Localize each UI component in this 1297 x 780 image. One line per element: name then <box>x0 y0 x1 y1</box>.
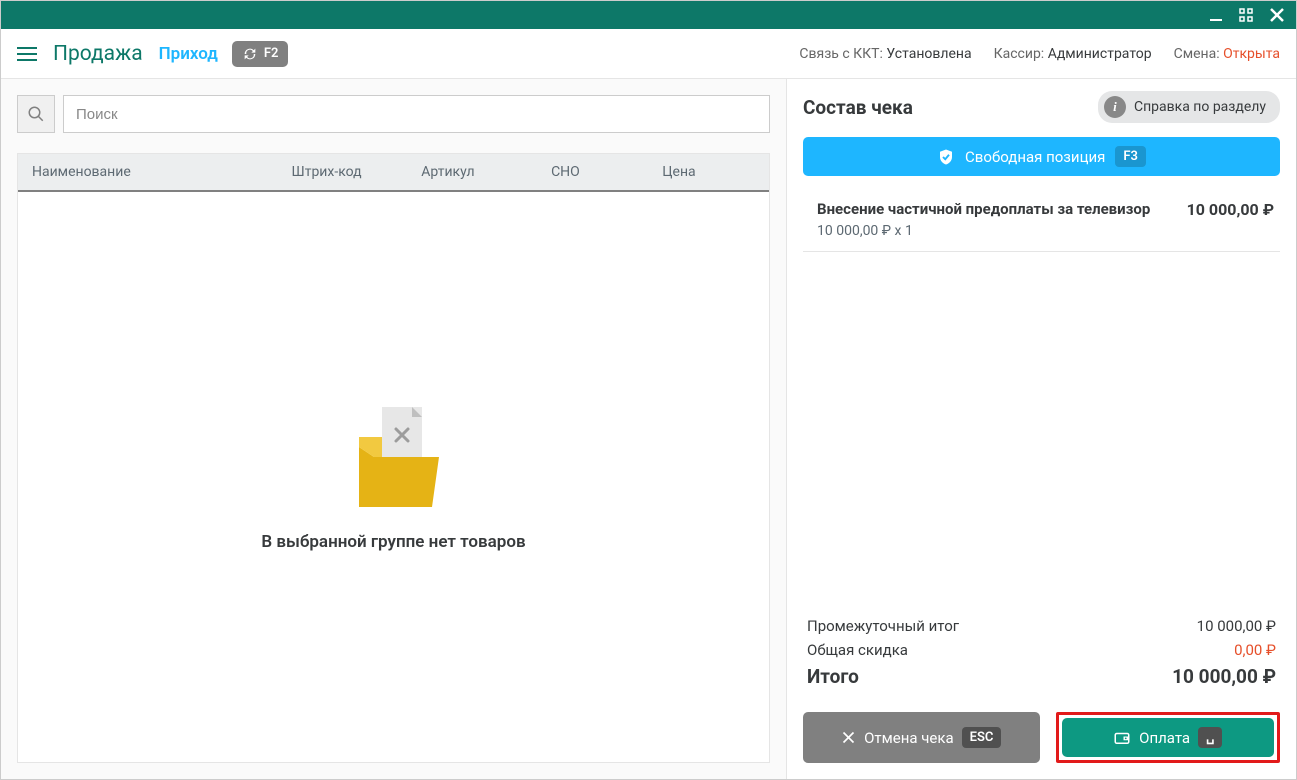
pay-button-highlight: Оплата ␣ <box>1056 712 1281 763</box>
pay-button[interactable]: Оплата ␣ <box>1062 718 1275 757</box>
receipt-panel: Состав чека i Справка по разделу Свободн… <box>786 79 1296 779</box>
col-barcode: Штрих-код <box>292 164 422 180</box>
catalog-panel: Наименование Штрих-код Артикул СНО Цена … <box>1 79 786 779</box>
header: Продажа Приход F2 Связь с ККТ: Установле… <box>1 29 1296 79</box>
shift-status: Смена: Открыта <box>1174 46 1280 62</box>
operation-type[interactable]: Приход <box>159 44 218 64</box>
f3-key-badge: F3 <box>1115 146 1146 167</box>
col-price: Цена <box>662 164 755 180</box>
help-button[interactable]: i Справка по разделу <box>1098 91 1280 123</box>
page-title: Продажа <box>53 42 143 66</box>
search-button[interactable] <box>17 95 55 133</box>
cancel-receipt-button[interactable]: Отмена чека ESC <box>803 712 1040 763</box>
space-key-badge: ␣ <box>1198 727 1222 748</box>
item-detail: 10 000,00 ₽ х 1 <box>817 223 1177 239</box>
close-icon <box>841 730 856 745</box>
search-input[interactable] <box>63 95 770 133</box>
grand-total-row: Итого 10 000,00 ₽ <box>807 665 1276 688</box>
wallet-icon <box>1113 729 1131 747</box>
subtotal-row: Промежуточный итог 10 000,00 ₽ <box>807 617 1276 635</box>
cashier-status: Кассир: Администратор <box>994 46 1152 62</box>
switch-f2-button[interactable]: F2 <box>232 41 289 67</box>
col-name: Наименование <box>32 164 292 180</box>
info-icon: i <box>1104 96 1126 118</box>
receipt-line-item[interactable]: Внесение частичной предоплаты за телевиз… <box>803 192 1280 252</box>
maximize-icon[interactable] <box>1238 7 1254 23</box>
search-icon <box>27 105 45 123</box>
table-header: Наименование Штрих-код Артикул СНО Цена <box>18 154 769 192</box>
col-sno: СНО <box>551 164 662 180</box>
menu-icon[interactable] <box>17 47 37 61</box>
close-icon[interactable] <box>1268 6 1286 24</box>
refresh-icon <box>242 46 258 62</box>
esc-key-badge: ESC <box>962 727 1002 748</box>
empty-folder-icon <box>344 402 444 512</box>
item-total: 10 000,00 ₽ <box>1187 200 1274 219</box>
item-name: Внесение частичной предоплаты за телевиз… <box>817 200 1177 218</box>
minimize-icon[interactable] <box>1208 7 1224 23</box>
empty-message: В выбранной группе нет товаров <box>261 532 525 552</box>
kkt-status: Связь с ККТ: Установлена <box>799 46 971 62</box>
empty-state: В выбранной группе нет товаров <box>18 192 769 762</box>
free-position-button[interactable]: Свободная позиция F3 <box>803 137 1280 176</box>
receipt-title: Состав чека <box>803 96 913 119</box>
col-article: Артикул <box>421 164 551 180</box>
check-shield-icon <box>937 148 955 166</box>
titlebar <box>1 1 1296 29</box>
discount-row: Общая скидка 0,00 ₽ <box>807 641 1276 659</box>
